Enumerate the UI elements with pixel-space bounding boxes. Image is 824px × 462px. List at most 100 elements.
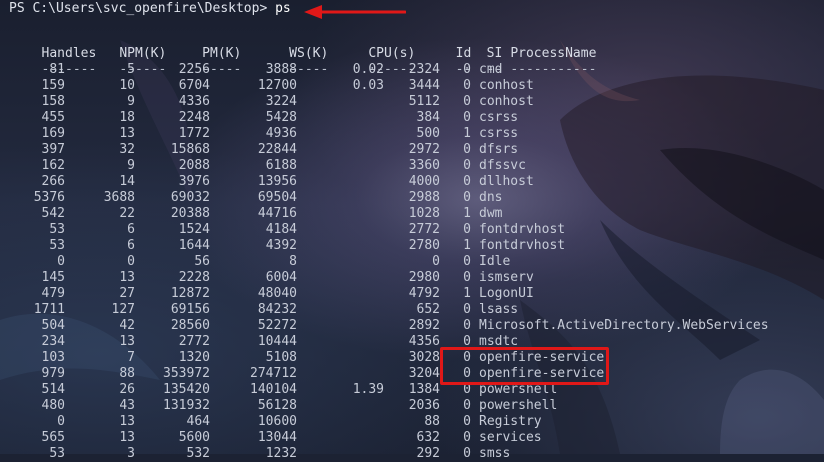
- table-row: 234 13 2772 10444 4356 0 msdtc: [9, 334, 824, 350]
- cell-ws: 1232: [265, 446, 297, 461]
- table-row: 53 6 1524 4184 2772 0 fontdrvhost: [9, 222, 824, 238]
- powershell-terminal[interactable]: PS C:\Users\svc_openfire\Desktop> ps Han…: [9, 0, 824, 461]
- cell-processname: services: [479, 430, 542, 445]
- cell-pm: 2228: [178, 270, 210, 285]
- cell-pm: 69032: [170, 190, 210, 205]
- cell-handles: 455: [41, 110, 65, 125]
- cell-cpu: 1.39: [352, 382, 384, 397]
- cell-processname: dllhost: [479, 174, 534, 189]
- prompt-path: PS C:\Users\svc_openfire\Desktop>: [9, 1, 268, 16]
- cell-handles: 5376: [33, 190, 65, 205]
- table-row: 158 9 4336 3224 5112 0 conhost: [9, 94, 824, 110]
- cell-npm: 10: [119, 78, 135, 93]
- cell-handles: 266: [41, 174, 65, 189]
- table-row: 145 13 2228 6004 2980 0 ismserv: [9, 270, 824, 286]
- cell-pm: 1772: [178, 126, 210, 141]
- table-row: 5376 3688 69032 69504 2988 0 dns: [9, 190, 824, 206]
- cell-si: 1: [463, 126, 471, 141]
- cell-ws: 6188: [265, 158, 297, 173]
- cell-processname: smss: [479, 446, 511, 461]
- cell-npm: 13: [119, 430, 135, 445]
- cell-ws: 5428: [265, 110, 297, 125]
- cell-processname: fontdrvhost: [479, 222, 566, 237]
- cell-si: 0: [463, 78, 471, 93]
- cell-processname: dfsrs: [479, 142, 519, 157]
- cell-pm: 56: [194, 254, 210, 269]
- cell-processname: Registry: [479, 414, 542, 429]
- cell-si: 0: [463, 382, 471, 397]
- cell-handles: 81: [49, 62, 65, 77]
- cell-si: 0: [463, 366, 471, 381]
- cell-handles: 397: [41, 142, 65, 157]
- table-row: 162 9 2088 6188 3360 0 dfssvc: [9, 158, 824, 174]
- cell-handles: 234: [41, 334, 65, 349]
- cell-npm: 22: [119, 206, 135, 221]
- cell-id: 3360: [408, 158, 440, 173]
- cell-npm: 9: [127, 94, 135, 109]
- cell-npm: 3: [127, 446, 135, 461]
- process-table-body: 81 5 2256 3888 0.02 2324 0 cmd 159 10 6704 12700 0.0…: [9, 62, 824, 462]
- cell-ws: 10600: [257, 414, 297, 429]
- cell-pm: 1644: [178, 238, 210, 253]
- cell-id: 3444: [408, 78, 440, 93]
- cell-id: 0: [432, 254, 440, 269]
- cell-npm: 26: [119, 382, 135, 397]
- cell-ws: 84232: [257, 302, 297, 317]
- cell-handles: 514: [41, 382, 65, 397]
- cell-npm: 127: [111, 302, 135, 317]
- cell-processname: openfire-service: [479, 366, 605, 381]
- cell-npm: 9: [127, 158, 135, 173]
- cell-npm: 18: [119, 110, 135, 125]
- table-row: 979 88 353972 274712 3204 0 openfire-service: [9, 366, 824, 382]
- cell-processname: fontdrvhost: [479, 238, 566, 253]
- cell-processname: dns: [479, 190, 503, 205]
- cell-npm: 13: [119, 270, 135, 285]
- cell-npm: 6: [127, 222, 135, 237]
- table-row: 53 6 1644 4392 2780 1 fontdrvhost: [9, 238, 824, 254]
- cell-si: 0: [463, 350, 471, 365]
- table-row: 514 26 135420 140104 1.39 1384 0 powershell: [9, 382, 824, 398]
- cell-handles: 504: [41, 318, 65, 333]
- cell-processname: csrss: [479, 110, 519, 125]
- cell-handles: 0: [57, 414, 65, 429]
- cell-si: 1: [463, 238, 471, 253]
- cell-npm: 7: [127, 350, 135, 365]
- table-row: 565 13 5600 13044 632 0 services: [9, 430, 824, 446]
- cell-pm: 353972: [163, 366, 210, 381]
- cell-handles: 158: [41, 94, 65, 109]
- cell-id: 2980: [408, 270, 440, 285]
- cell-processname: lsass: [479, 302, 519, 317]
- table-row: 103 7 1320 5108 3028 0 openfire-service: [9, 350, 824, 366]
- prompt-line: PS C:\Users\svc_openfire\Desktop> ps: [9, 0, 824, 18]
- table-row: 169 13 1772 4936 500 1 csrss: [9, 126, 824, 142]
- cell-id: 4000: [408, 174, 440, 189]
- cell-ws: 140104: [250, 382, 297, 397]
- cell-npm: 42: [119, 318, 135, 333]
- cell-handles: 1711: [33, 302, 65, 317]
- cell-id: 2772: [408, 222, 440, 237]
- table-row: 455 18 2248 5428 384 0 csrss: [9, 110, 824, 126]
- cell-ws: 8: [289, 254, 297, 269]
- cell-npm: 13: [119, 126, 135, 141]
- cell-si: 0: [463, 222, 471, 237]
- cell-si: 0: [463, 174, 471, 189]
- cell-si: 0: [463, 62, 471, 77]
- cell-pm: 1524: [178, 222, 210, 237]
- cell-id: 4792: [408, 286, 440, 301]
- cell-ws: 44716: [257, 206, 297, 221]
- cell-ws: 4392: [265, 238, 297, 253]
- cell-cpu: 0.02: [352, 62, 384, 77]
- cell-ws: 5108: [265, 350, 297, 365]
- cell-pm: 464: [186, 414, 210, 429]
- cell-pm: 20388: [170, 206, 210, 221]
- cell-si: 0: [463, 446, 471, 461]
- cell-si: 0: [463, 254, 471, 269]
- cell-npm: 0: [127, 254, 135, 269]
- cell-si: 0: [463, 270, 471, 285]
- table-row: 159 10 6704 12700 0.03 3444 0 conhost: [9, 78, 824, 94]
- cell-id: 652: [416, 302, 440, 317]
- table-row: 81 5 2256 3888 0.02 2324 0 cmd: [9, 62, 824, 78]
- table-row: 480 43 131932 56128 2036 0 powershell: [9, 398, 824, 414]
- cell-si: 0: [463, 414, 471, 429]
- cell-ws: 13956: [257, 174, 297, 189]
